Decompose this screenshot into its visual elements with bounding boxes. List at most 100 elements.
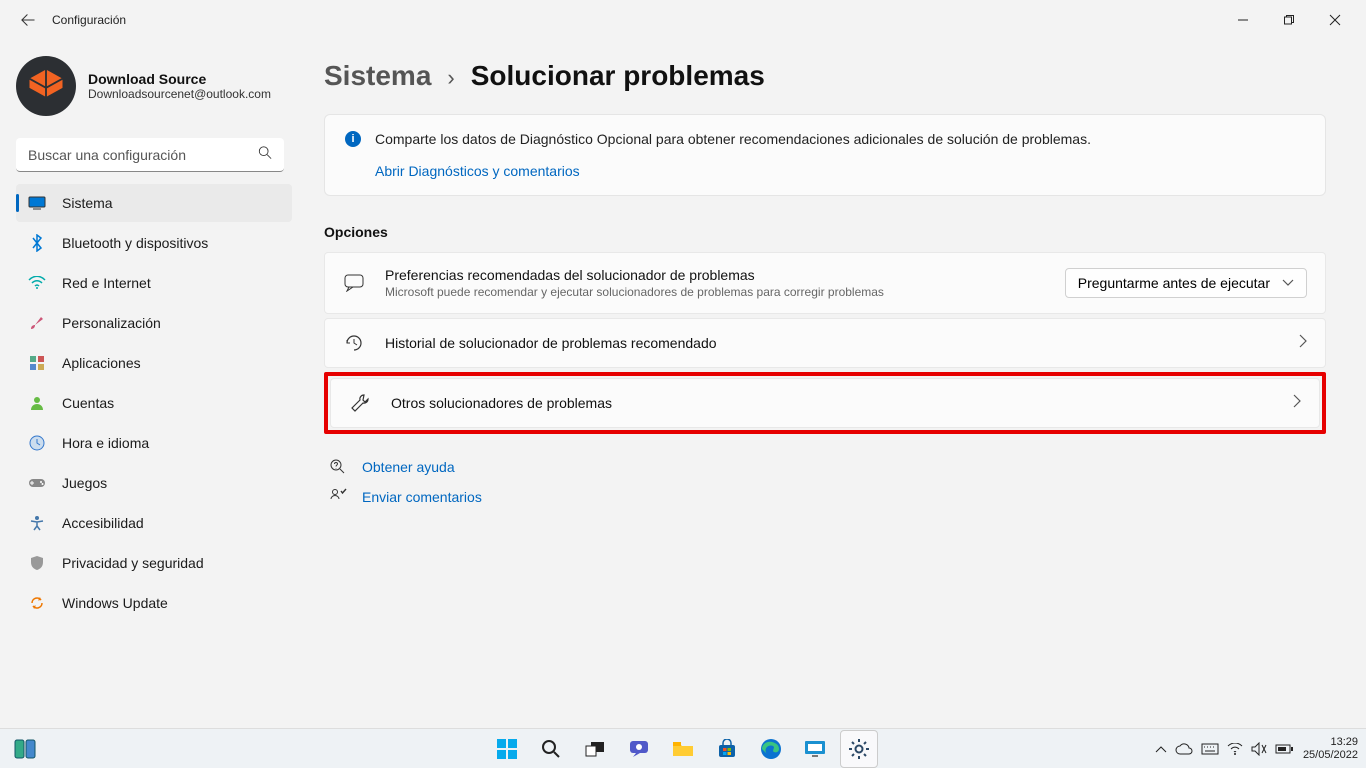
app-button[interactable] [796, 730, 834, 768]
apps-icon [28, 354, 46, 372]
sidebar-item-label: Personalización [62, 315, 161, 331]
gear-icon [848, 738, 870, 760]
store-icon [717, 739, 737, 759]
sidebar-item-privacidad[interactable]: Privacidad y seguridad [16, 544, 292, 582]
windows-icon [496, 738, 518, 760]
search-button[interactable] [532, 730, 570, 768]
sidebar-item-personalizacion[interactable]: Personalización [16, 304, 292, 342]
keyboard-icon [1201, 743, 1219, 755]
taskbar: 13:29 25/05/2022 [0, 728, 1366, 768]
avatar [16, 56, 76, 116]
section-options-title: Opciones [324, 224, 1326, 240]
sidebar-item-label: Privacidad y seguridad [62, 555, 204, 571]
shield-icon [28, 554, 46, 572]
settings-button[interactable] [840, 730, 878, 768]
open-diagnostics-link[interactable]: Abrir Diagnósticos y comentarios [375, 163, 1305, 179]
sidebar-item-aplicaciones[interactable]: Aplicaciones [16, 344, 292, 382]
help-icon [328, 458, 348, 476]
maximize-button[interactable] [1266, 0, 1312, 40]
window-title: Configuración [52, 13, 126, 27]
accounts-icon [28, 394, 46, 412]
edge-button[interactable] [752, 730, 790, 768]
wifi-icon [28, 274, 46, 292]
prefs-title: Preferencias recomendadas del solucionad… [385, 267, 1045, 283]
clock-time: 13:29 [1303, 736, 1358, 749]
teams-icon [628, 739, 650, 759]
close-button[interactable] [1312, 0, 1358, 40]
search-box[interactable] [16, 138, 288, 172]
taskview-button[interactable] [576, 730, 614, 768]
time-icon [28, 434, 46, 452]
start-button[interactable] [488, 730, 526, 768]
gaming-icon [28, 474, 46, 492]
sidebar-item-label: Red e Internet [62, 275, 151, 291]
edge-icon [760, 738, 782, 760]
minimize-button[interactable] [1220, 0, 1266, 40]
card-preferences: Preferencias recomendadas del solucionad… [324, 252, 1326, 314]
wifi-tray-icon [1227, 743, 1243, 755]
chat-icon [343, 274, 365, 292]
sidebar-item-accesibilidad[interactable]: Accesibilidad [16, 504, 292, 542]
store-button[interactable] [708, 730, 746, 768]
feedback-link[interactable]: Enviar comentarios [324, 482, 1326, 512]
history-title: Historial de solucionador de problemas r… [385, 335, 1279, 351]
chevron-up-icon [1155, 745, 1167, 753]
accessibility-icon [28, 514, 46, 532]
monitor-icon [804, 740, 826, 758]
tray-area[interactable] [1155, 742, 1293, 756]
profile-block[interactable]: Download Source Downloadsourcenet@outloo… [16, 50, 292, 130]
sidebar-item-juegos[interactable]: Juegos [16, 464, 292, 502]
chevron-right-icon [1293, 394, 1301, 413]
widgets-button[interactable] [6, 730, 44, 768]
help-links: Obtener ayuda Enviar comentarios [324, 452, 1326, 512]
feedback-label: Enviar comentarios [362, 489, 482, 505]
restore-icon [1283, 14, 1295, 26]
history-icon [343, 333, 365, 353]
brush-icon [28, 314, 46, 332]
nav-list: Sistema Bluetooth y dispositivos Red e I… [16, 184, 292, 622]
chat-button[interactable] [620, 730, 658, 768]
sidebar-item-sistema[interactable]: Sistema [16, 184, 292, 222]
battery-icon [1275, 744, 1293, 754]
breadcrumb-parent[interactable]: Sistema [324, 60, 431, 92]
profile-name: Download Source [88, 71, 271, 87]
system-icon [28, 194, 46, 212]
chevron-right-icon [1299, 334, 1307, 353]
breadcrumb: Sistema › Solucionar problemas [324, 60, 1326, 92]
back-button[interactable] [8, 0, 48, 40]
feedback-icon [328, 488, 348, 506]
get-help-link[interactable]: Obtener ayuda [324, 452, 1326, 482]
taskview-icon [584, 740, 606, 758]
prefs-dropdown[interactable]: Preguntarme antes de ejecutar [1065, 268, 1307, 298]
highlight-box: Otros solucionadores de problemas [324, 372, 1326, 434]
info-icon: i [345, 131, 361, 147]
bluetooth-icon [28, 234, 46, 252]
search-icon [541, 739, 561, 759]
sidebar-item-bluetooth[interactable]: Bluetooth y dispositivos [16, 224, 292, 262]
sidebar-item-hora[interactable]: Hora e idioma [16, 424, 292, 462]
sidebar-item-label: Cuentas [62, 395, 114, 411]
minimize-icon [1237, 14, 1249, 26]
back-arrow-icon [21, 13, 35, 27]
search-input[interactable] [16, 138, 284, 172]
explorer-button[interactable] [664, 730, 702, 768]
titlebar: Configuración [0, 0, 1366, 40]
other-title: Otros solucionadores de problemas [391, 395, 1273, 411]
sidebar-item-red[interactable]: Red e Internet [16, 264, 292, 302]
content-area: Sistema › Solucionar problemas i Compart… [300, 40, 1366, 728]
sidebar-item-label: Juegos [62, 475, 107, 491]
sidebar-item-cuentas[interactable]: Cuentas [16, 384, 292, 422]
info-text: Comparte los datos de Diagnóstico Opcion… [375, 131, 1091, 147]
info-banner: i Comparte los datos de Diagnóstico Opci… [324, 114, 1326, 196]
card-history[interactable]: Historial de solucionador de problemas r… [324, 318, 1326, 368]
page-title: Solucionar problemas [471, 60, 765, 92]
close-icon [1329, 14, 1341, 26]
sidebar-item-label: Windows Update [62, 595, 168, 611]
sidebar-item-update[interactable]: Windows Update [16, 584, 292, 622]
clock[interactable]: 13:29 25/05/2022 [1303, 736, 1358, 761]
card-other-troubleshooters[interactable]: Otros solucionadores de problemas [330, 378, 1320, 428]
prefs-subtitle: Microsoft puede recomendar y ejecutar so… [385, 285, 1045, 299]
profile-email: Downloadsourcenet@outlook.com [88, 87, 271, 101]
sidebar-item-label: Sistema [62, 195, 113, 211]
clock-date: 25/05/2022 [1303, 749, 1358, 762]
